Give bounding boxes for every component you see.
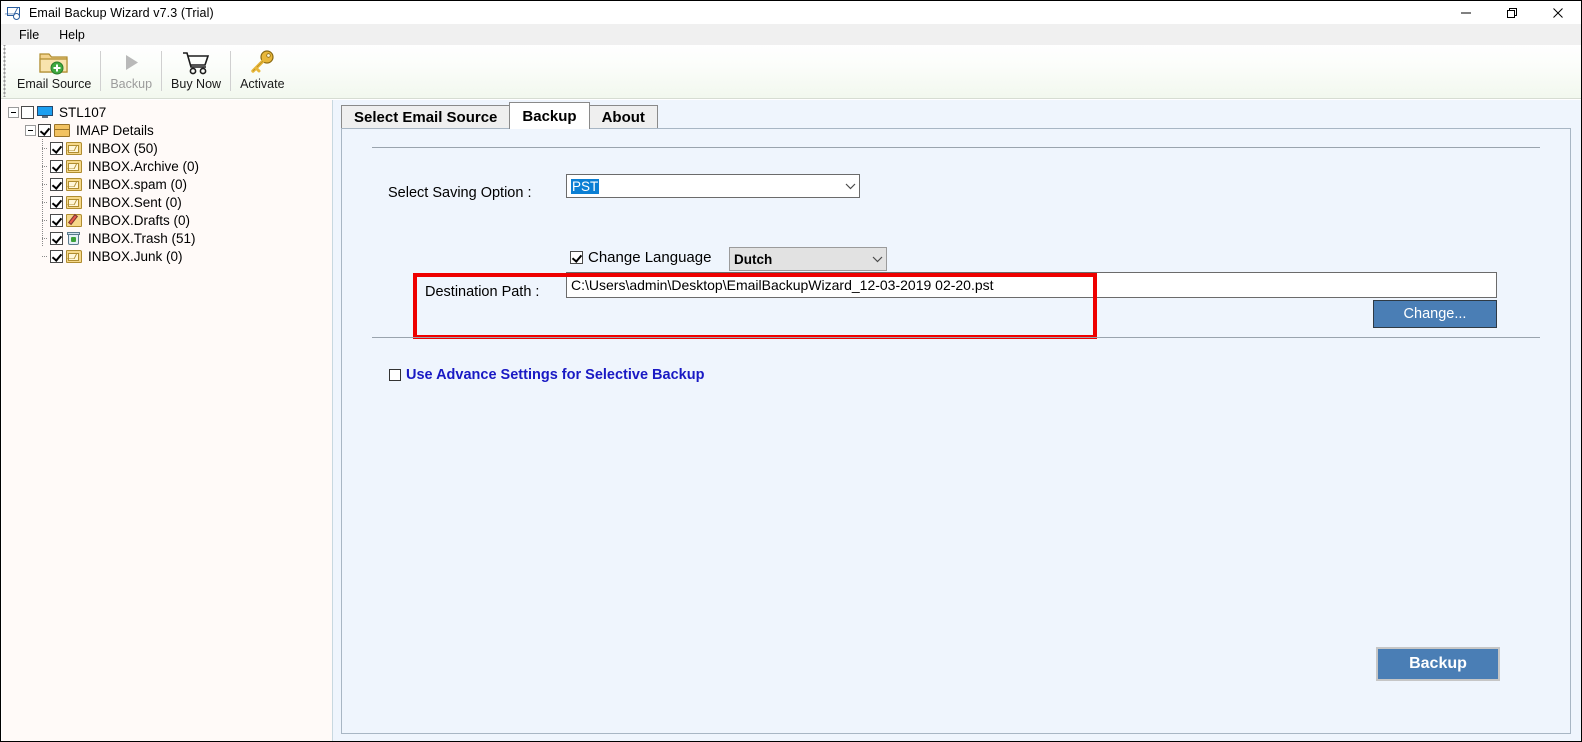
close-button[interactable] — [1535, 1, 1581, 24]
minimize-button[interactable] — [1443, 1, 1489, 24]
tree-item-label: INBOX.Junk (0) — [88, 248, 183, 264]
tree-item-inbox-trash[interactable]: INBOX.Trash (51) — [2, 229, 332, 247]
advance-settings-label: Use Advance Settings for Selective Backu… — [406, 367, 705, 383]
saving-option-dropdown[interactable]: PST — [566, 174, 860, 198]
language-value: Dutch — [734, 251, 773, 267]
change-language-checkbox[interactable]: Change Language — [570, 249, 711, 266]
checkbox-box[interactable] — [389, 369, 401, 381]
application-window: Email Backup Wizard v7.3 (Trial) File He… — [0, 0, 1582, 742]
main-content-panel: Select Email Source Backup About Select … — [333, 100, 1581, 741]
tree-connector — [37, 211, 48, 229]
menu-item-help[interactable]: Help — [49, 26, 95, 44]
folder-tree-panel: STL107 IMAP Details INBOX (50) INBOX.Arc… — [2, 100, 333, 741]
tree-checkbox[interactable] — [50, 159, 63, 173]
tree-item-label: STL107 — [59, 104, 107, 120]
tree-checkbox[interactable] — [50, 213, 63, 227]
destination-path-label: Destination Path : — [425, 284, 540, 300]
window-controls — [1443, 1, 1581, 24]
tree-connector — [37, 157, 48, 175]
expander-icon[interactable] — [8, 106, 19, 118]
tab-about[interactable]: About — [588, 105, 658, 129]
change-path-button[interactable]: Change... — [1373, 300, 1497, 328]
tree-checkbox[interactable] — [50, 195, 63, 209]
menu-item-file[interactable]: File — [9, 26, 49, 44]
chevron-down-icon[interactable] — [842, 182, 859, 190]
tree-item-label: INBOX (50) — [88, 140, 158, 156]
tree-connector — [37, 139, 48, 157]
tree-checkbox[interactable] — [38, 123, 51, 137]
toolbar: Email Source Backup Buy Now Activate — [1, 45, 1581, 99]
tree-item-inbox-archive[interactable]: INBOX.Archive (0) — [2, 157, 332, 175]
tree-checkbox[interactable] — [50, 141, 63, 155]
mail-folder-icon — [65, 249, 83, 264]
tree-item-imap-details[interactable]: IMAP Details — [2, 121, 332, 139]
chevron-down-icon[interactable] — [869, 255, 886, 263]
toolbar-button-email-source[interactable]: Email Source — [8, 45, 100, 97]
toolbar-label-buy-now: Buy Now — [171, 77, 222, 91]
tree-item-label: INBOX.spam (0) — [88, 176, 188, 192]
tree-item-label: INBOX.Drafts (0) — [88, 212, 191, 228]
advance-settings-checkbox[interactable]: Use Advance Settings for Selective Backu… — [389, 367, 704, 383]
shopping-cart-icon — [180, 48, 212, 76]
saving-option-value: PST — [571, 178, 600, 194]
tree-connector — [37, 247, 48, 265]
saving-option-label: Select Saving Option : — [388, 185, 532, 201]
drafts-pencil-icon — [65, 213, 83, 228]
tree-item-inbox[interactable]: INBOX (50) — [2, 139, 332, 157]
maximize-button[interactable] — [1489, 1, 1535, 24]
tab-select-email-source[interactable]: Select Email Source — [341, 105, 511, 129]
tree-item-stl107[interactable]: STL107 — [2, 103, 332, 121]
tree-item-inbox-drafts[interactable]: INBOX.Drafts (0) — [2, 211, 332, 229]
tree-item-inbox-junk[interactable]: INBOX.Junk (0) — [2, 247, 332, 265]
tree-connector — [37, 193, 48, 211]
key-icon — [247, 48, 277, 76]
window-title: Email Backup Wizard v7.3 (Trial) — [29, 5, 214, 20]
tree-checkbox[interactable] — [21, 105, 34, 119]
checkbox-box[interactable] — [570, 251, 583, 264]
tree-item-label: INBOX.Archive (0) — [88, 158, 200, 174]
toolbar-label-email-source: Email Source — [17, 77, 92, 91]
top-divider — [372, 147, 1540, 148]
mail-folder-icon — [65, 159, 83, 174]
toolbar-button-backup[interactable]: Backup — [101, 45, 161, 97]
backup-button[interactable]: Backup — [1376, 647, 1500, 681]
tab-backup[interactable]: Backup — [509, 102, 590, 129]
destination-path-input[interactable]: C:\Users\admin\Desktop\EmailBackupWizard… — [566, 272, 1497, 298]
toolbar-grip[interactable] — [1, 45, 8, 97]
tree-checkbox[interactable] — [50, 177, 63, 191]
monitor-icon — [36, 105, 54, 120]
saving-option-value-wrap: PST — [567, 178, 842, 194]
mail-folder-icon — [65, 177, 83, 192]
play-triangle-icon — [118, 48, 144, 76]
tree-item-inbox-spam[interactable]: INBOX.spam (0) — [2, 175, 332, 193]
package-icon — [53, 123, 71, 138]
bottom-divider — [372, 337, 1540, 338]
tree-item-inbox-sent[interactable]: INBOX.Sent (0) — [2, 193, 332, 211]
mail-folder-icon — [65, 141, 83, 156]
toolbar-label-activate: Activate — [240, 77, 285, 91]
mail-wizard-icon — [7, 5, 23, 21]
menu-bar: File Help — [1, 24, 1581, 45]
trash-icon — [65, 231, 83, 246]
tree-item-label: INBOX.Trash (51) — [88, 230, 196, 246]
tree-item-label: IMAP Details — [76, 122, 154, 138]
tree-checkbox[interactable] — [50, 231, 63, 245]
toolbar-button-activate[interactable]: Activate — [231, 45, 293, 97]
toolbar-label-backup: Backup — [110, 77, 153, 91]
tree-connector — [37, 175, 48, 193]
backup-tab-panel: Select Saving Option : PST Change Langua… — [341, 128, 1571, 734]
title-bar: Email Backup Wizard v7.3 (Trial) — [1, 1, 1581, 24]
folder-add-icon — [38, 48, 70, 76]
tree-checkbox[interactable] — [50, 249, 63, 263]
tab-strip: Select Email Source Backup About — [341, 102, 658, 129]
change-language-label: Change Language — [588, 249, 712, 266]
toolbar-button-buy-now[interactable]: Buy Now — [162, 45, 230, 97]
mail-folder-icon — [65, 195, 83, 210]
tree-connector — [37, 229, 48, 247]
expander-icon[interactable] — [25, 124, 36, 136]
language-dropdown[interactable]: Dutch — [729, 247, 887, 271]
tree-item-label: INBOX.Sent (0) — [88, 194, 182, 210]
